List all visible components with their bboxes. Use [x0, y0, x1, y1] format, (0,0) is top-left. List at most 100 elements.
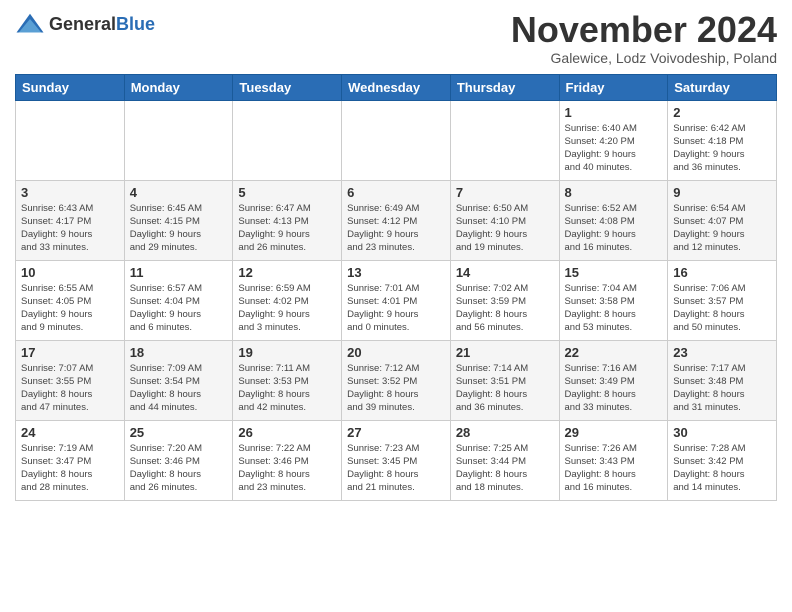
week-row-1: 1 Sunrise: 6:40 AM Sunset: 4:20 PM Daylig…: [16, 100, 777, 180]
week-row-3: 10 Sunrise: 6:55 AM Sunset: 4:05 PM Dayli…: [16, 260, 777, 340]
calendar-cell: 3 Sunrise: 6:43 AM Sunset: 4:17 PM Daylig…: [16, 180, 125, 260]
column-header-thursday: Thursday: [450, 74, 559, 100]
calendar-cell: 9Sunrise: 6:54 AM Sunset: 4:07 PM Daylig…: [668, 180, 777, 260]
calendar-cell: 20 Sunrise: 7:12 AM Sunset: 3:52 PM Dayli…: [342, 340, 451, 420]
day-number: 23: [673, 345, 771, 360]
column-header-monday: Monday: [124, 74, 233, 100]
logo-icon: [15, 10, 45, 40]
logo: GeneralBlue: [15, 10, 155, 40]
day-info: Sunrise: 7:04 AM Sunset: 3:58 PM Dayligh…: [565, 282, 663, 335]
calendar-cell: [124, 100, 233, 180]
calendar-header-row: SundayMondayTuesdayWednesdayThursdayFrid…: [16, 74, 777, 100]
calendar-cell: 18 Sunrise: 7:09 AM Sunset: 3:54 PM Dayli…: [124, 340, 233, 420]
day-info: Sunrise: 7:12 AM Sunset: 3:52 PM Dayligh…: [347, 362, 445, 415]
day-number: 19: [238, 345, 336, 360]
calendar-cell: 14 Sunrise: 7:02 AM Sunset: 3:59 PM Dayli…: [450, 260, 559, 340]
day-info: Sunrise: 7:25 AM Sunset: 3:44 PM Dayligh…: [456, 442, 554, 495]
day-number: 6: [347, 185, 445, 200]
location: Galewice, Lodz Voivodeship, Poland: [511, 50, 777, 66]
day-number: 24: [21, 425, 119, 440]
calendar-cell: 10 Sunrise: 6:55 AM Sunset: 4:05 PM Dayli…: [16, 260, 125, 340]
calendar-cell: [342, 100, 451, 180]
calendar-cell: 13 Sunrise: 7:01 AM Sunset: 4:01 PM Dayli…: [342, 260, 451, 340]
calendar-cell: 4 Sunrise: 6:45 AM Sunset: 4:15 PM Daylig…: [124, 180, 233, 260]
day-info: Sunrise: 6:47 AM Sunset: 4:13 PM Dayligh…: [238, 202, 336, 255]
day-info: Sunrise: 6:50 AM Sunset: 4:10 PM Dayligh…: [456, 202, 554, 255]
column-header-sunday: Sunday: [16, 74, 125, 100]
column-header-tuesday: Tuesday: [233, 74, 342, 100]
day-number: 11: [130, 265, 228, 280]
week-row-4: 17Sunrise: 7:07 AM Sunset: 3:55 PM Dayli…: [16, 340, 777, 420]
day-info: Sunrise: 7:20 AM Sunset: 3:46 PM Dayligh…: [130, 442, 228, 495]
day-number: 9: [673, 185, 771, 200]
calendar-cell: 5Sunrise: 6:47 AM Sunset: 4:13 PM Daylig…: [233, 180, 342, 260]
calendar-cell: 29 Sunrise: 7:26 AM Sunset: 3:43 PM Dayli…: [559, 420, 668, 500]
day-info: Sunrise: 7:23 AM Sunset: 3:45 PM Dayligh…: [347, 442, 445, 495]
day-info: Sunrise: 6:43 AM Sunset: 4:17 PM Dayligh…: [21, 202, 119, 255]
calendar-cell: 6 Sunrise: 6:49 AM Sunset: 4:12 PM Daylig…: [342, 180, 451, 260]
calendar-cell: 27 Sunrise: 7:23 AM Sunset: 3:45 PM Dayli…: [342, 420, 451, 500]
day-number: 15: [565, 265, 663, 280]
day-info: Sunrise: 6:45 AM Sunset: 4:15 PM Dayligh…: [130, 202, 228, 255]
day-info: Sunrise: 7:22 AM Sunset: 3:46 PM Dayligh…: [238, 442, 336, 495]
day-number: 10: [21, 265, 119, 280]
calendar-cell: 28 Sunrise: 7:25 AM Sunset: 3:44 PM Dayli…: [450, 420, 559, 500]
day-number: 16: [673, 265, 771, 280]
day-info: Sunrise: 6:40 AM Sunset: 4:20 PM Dayligh…: [565, 122, 663, 175]
calendar-cell: 24Sunrise: 7:19 AM Sunset: 3:47 PM Dayli…: [16, 420, 125, 500]
calendar-cell: 17Sunrise: 7:07 AM Sunset: 3:55 PM Dayli…: [16, 340, 125, 420]
calendar-cell: 30Sunrise: 7:28 AM Sunset: 3:42 PM Dayli…: [668, 420, 777, 500]
day-number: 8: [565, 185, 663, 200]
day-number: 14: [456, 265, 554, 280]
day-number: 20: [347, 345, 445, 360]
calendar-cell: [16, 100, 125, 180]
day-info: Sunrise: 7:09 AM Sunset: 3:54 PM Dayligh…: [130, 362, 228, 415]
day-number: 29: [565, 425, 663, 440]
week-row-5: 24Sunrise: 7:19 AM Sunset: 3:47 PM Dayli…: [16, 420, 777, 500]
calendar-cell: 21Sunrise: 7:14 AM Sunset: 3:51 PM Dayli…: [450, 340, 559, 420]
day-number: 27: [347, 425, 445, 440]
calendar-cell: 23 Sunrise: 7:17 AM Sunset: 3:48 PM Dayli…: [668, 340, 777, 420]
logo-blue: Blue: [116, 14, 155, 34]
day-number: 18: [130, 345, 228, 360]
day-info: Sunrise: 7:26 AM Sunset: 3:43 PM Dayligh…: [565, 442, 663, 495]
logo-general: General: [49, 14, 116, 34]
title-block: November 2024 Galewice, Lodz Voivodeship…: [511, 10, 777, 66]
calendar-cell: 15 Sunrise: 7:04 AM Sunset: 3:58 PM Dayli…: [559, 260, 668, 340]
day-number: 13: [347, 265, 445, 280]
calendar-cell: 25 Sunrise: 7:20 AM Sunset: 3:46 PM Dayli…: [124, 420, 233, 500]
day-info: Sunrise: 6:59 AM Sunset: 4:02 PM Dayligh…: [238, 282, 336, 335]
calendar-cell: 16Sunrise: 7:06 AM Sunset: 3:57 PM Dayli…: [668, 260, 777, 340]
day-info: Sunrise: 6:42 AM Sunset: 4:18 PM Dayligh…: [673, 122, 771, 175]
calendar-cell: [233, 100, 342, 180]
day-info: Sunrise: 7:11 AM Sunset: 3:53 PM Dayligh…: [238, 362, 336, 415]
day-number: 1: [565, 105, 663, 120]
day-number: 22: [565, 345, 663, 360]
day-number: 3: [21, 185, 119, 200]
calendar-body: 1 Sunrise: 6:40 AM Sunset: 4:20 PM Daylig…: [16, 100, 777, 500]
calendar-cell: [450, 100, 559, 180]
calendar-cell: 19 Sunrise: 7:11 AM Sunset: 3:53 PM Dayli…: [233, 340, 342, 420]
week-row-2: 3 Sunrise: 6:43 AM Sunset: 4:17 PM Daylig…: [16, 180, 777, 260]
calendar-cell: 11 Sunrise: 6:57 AM Sunset: 4:04 PM Dayli…: [124, 260, 233, 340]
day-number: 2: [673, 105, 771, 120]
day-info: Sunrise: 6:55 AM Sunset: 4:05 PM Dayligh…: [21, 282, 119, 335]
day-number: 28: [456, 425, 554, 440]
day-info: Sunrise: 7:07 AM Sunset: 3:55 PM Dayligh…: [21, 362, 119, 415]
day-number: 4: [130, 185, 228, 200]
day-info: Sunrise: 7:17 AM Sunset: 3:48 PM Dayligh…: [673, 362, 771, 415]
month-title: November 2024: [511, 10, 777, 50]
day-number: 25: [130, 425, 228, 440]
column-header-wednesday: Wednesday: [342, 74, 451, 100]
column-header-saturday: Saturday: [668, 74, 777, 100]
day-info: Sunrise: 7:02 AM Sunset: 3:59 PM Dayligh…: [456, 282, 554, 335]
header: GeneralBlue November 2024 Galewice, Lodz…: [15, 10, 777, 66]
day-info: Sunrise: 7:01 AM Sunset: 4:01 PM Dayligh…: [347, 282, 445, 335]
day-info: Sunrise: 6:49 AM Sunset: 4:12 PM Dayligh…: [347, 202, 445, 255]
day-info: Sunrise: 6:52 AM Sunset: 4:08 PM Dayligh…: [565, 202, 663, 255]
calendar-cell: 2 Sunrise: 6:42 AM Sunset: 4:18 PM Daylig…: [668, 100, 777, 180]
calendar-cell: 8 Sunrise: 6:52 AM Sunset: 4:08 PM Daylig…: [559, 180, 668, 260]
day-info: Sunrise: 6:57 AM Sunset: 4:04 PM Dayligh…: [130, 282, 228, 335]
calendar-cell: 26Sunrise: 7:22 AM Sunset: 3:46 PM Dayli…: [233, 420, 342, 500]
day-number: 21: [456, 345, 554, 360]
